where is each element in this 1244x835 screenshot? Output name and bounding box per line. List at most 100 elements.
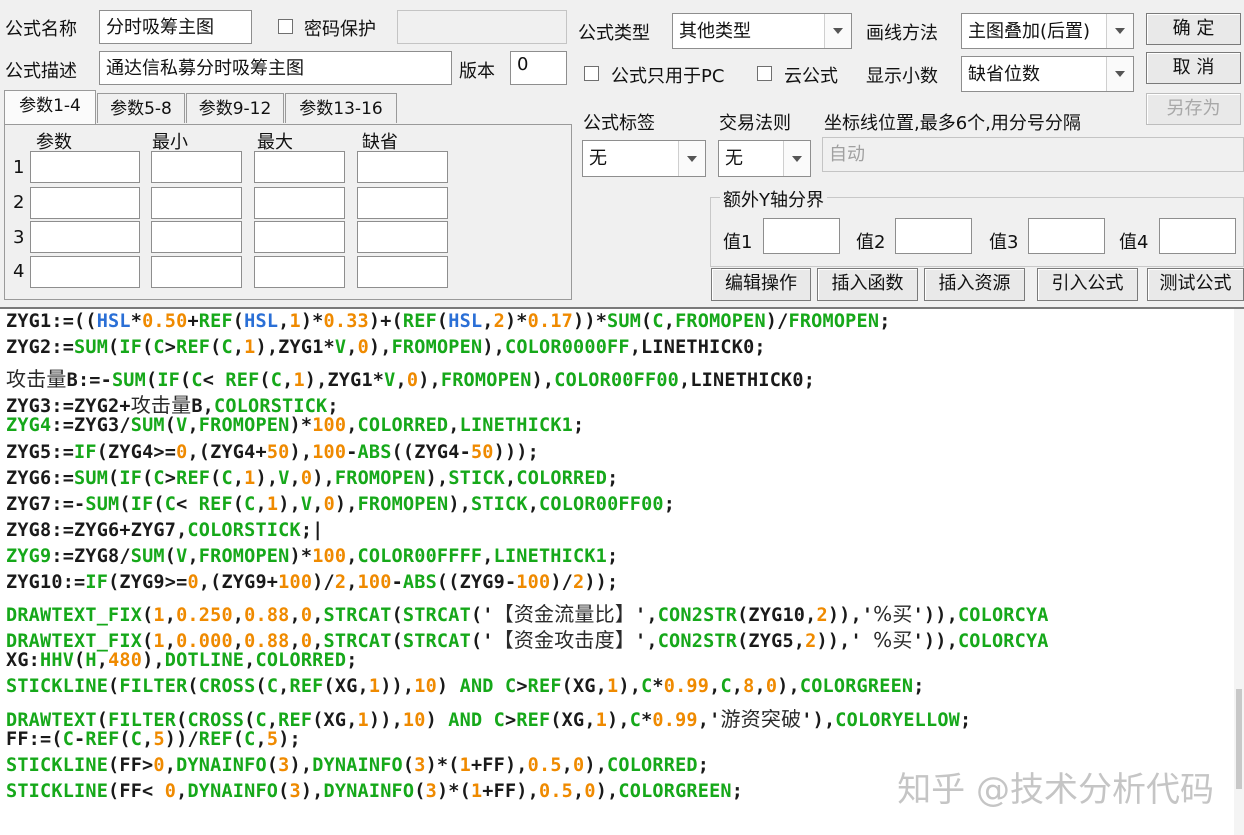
y-value1-input[interactable] (763, 218, 840, 254)
formula-desc-input[interactable]: 通达信私募分时吸筹主图 (99, 51, 452, 85)
code-line[interactable]: ZYG1:=((HSL*0.50+REF(HSL,1)*0.33)+(REF(H… (6, 311, 891, 332)
code-token: V (300, 493, 313, 515)
code-line[interactable]: STICKLINE(FILTER(CROSS(C,REF(XG,1)),10) … (6, 676, 925, 697)
code-token: C (255, 709, 267, 731)
code-token: 100 (312, 545, 347, 567)
tab-params-9-12[interactable]: 参数9-12 (186, 93, 284, 123)
code-token: , (448, 415, 460, 437)
code-token: , (709, 676, 721, 698)
param4-max[interactable] (254, 256, 345, 288)
trade-rule-select[interactable]: 无 (718, 140, 811, 177)
code-line[interactable]: ZYG3:=ZYG2+攻击量B,COLORSTICK; (6, 389, 339, 418)
code-line[interactable]: ZYG5:=IF(ZYG4>=0,(ZYG4+50),100-ABS((ZYG4… (6, 442, 539, 463)
code-line[interactable]: ZYG4:=ZYG3/SUM(V,FROMOPEN)*100,COLORRED,… (6, 415, 584, 436)
code-token: ( (164, 545, 177, 567)
param1-default[interactable] (357, 151, 448, 183)
code-token: 0 (164, 780, 177, 802)
code-line[interactable]: DRAWTEXT_FIX(1,0.000,0.88,0,STRCAT(STRCA… (6, 624, 1049, 653)
param1-min[interactable] (151, 151, 242, 183)
chevron-down-icon[interactable] (783, 141, 810, 176)
code-token: FROMOPEN (440, 370, 532, 392)
y-value2-input[interactable] (895, 218, 972, 254)
y-value3-input[interactable] (1028, 218, 1105, 254)
param2-max[interactable] (254, 187, 345, 219)
param1-name[interactable] (30, 151, 140, 183)
chevron-down-icon[interactable] (678, 141, 705, 176)
code-line[interactable]: STICKLINE(FF< 0,DYNAINFO(3),DYNAINFO(3)*… (6, 781, 743, 802)
password-input[interactable] (397, 10, 567, 44)
param2-name[interactable] (30, 187, 140, 219)
cloud-checkbox[interactable] (757, 66, 772, 81)
ok-button[interactable]: 确 定 (1146, 13, 1241, 45)
save-as-button[interactable]: 另存为 (1146, 93, 1241, 125)
code-token: XG: (6, 650, 41, 672)
code-token: REF (198, 493, 233, 515)
param2-min[interactable] (151, 187, 242, 219)
pc-only-label: 公式只用于PC (611, 66, 725, 87)
tab-params-5-8[interactable]: 参数5-8 (97, 93, 185, 123)
axis-position-input[interactable]: 自动 (822, 137, 1244, 172)
edit-operation-button[interactable]: 编辑操作 (711, 268, 811, 301)
version-input[interactable]: 0 (510, 51, 567, 85)
param3-name[interactable] (30, 221, 140, 253)
param2-default[interactable] (357, 187, 448, 219)
code-token: 【资金攻击度】 (493, 628, 636, 653)
formula-name-input[interactable]: 分时吸筹主图 (99, 10, 252, 44)
param3-min[interactable] (151, 221, 242, 253)
code-line[interactable]: XG:HHV(H,480),DOTLINE,COLORRED; (6, 650, 358, 671)
code-token: COLORGREEN (799, 676, 914, 698)
code-line[interactable]: 攻击量B:=-SUM(IF(C< REF(C,1),ZYG1*V,0),FROM… (6, 363, 815, 392)
import-formula-button[interactable]: 引入公式 (1037, 268, 1138, 301)
param1-max[interactable] (254, 151, 345, 183)
chevron-down-icon[interactable] (824, 14, 851, 48)
draw-method-select[interactable]: 主图叠加(后置) (961, 13, 1134, 49)
code-line[interactable]: ZYG8:=ZYG6+ZYG7,COLORSTICK;| (6, 520, 324, 541)
cancel-button[interactable]: 取 消 (1146, 52, 1241, 84)
code-editor[interactable]: ZYG1:=((HSL*0.50+REF(HSL,1)*0.33)+(REF(H… (0, 307, 1244, 835)
code-token: ( (391, 605, 403, 627)
code-line[interactable]: ZYG9:=ZYG8/SUM(V,FROMOPEN)*100,COLOR00FF… (6, 546, 618, 567)
tab-params-13-16[interactable]: 参数13-16 (285, 93, 397, 123)
param4-min[interactable] (151, 256, 242, 288)
code-line[interactable]: DRAWTEXT_FIX(1,0.250,0.88,0,STRCAT(STRCA… (6, 598, 1049, 627)
code-token: ), (777, 676, 800, 698)
code-token: STRCAT (323, 631, 392, 653)
code-line[interactable]: FF:=(C-REF(C,5))/REF(C,5); (6, 729, 301, 750)
code-token: 3 (425, 780, 437, 802)
code-token: ( (142, 337, 154, 359)
code-line[interactable]: STICKLINE(FF>0,DYNAINFO(3),DYNAINFO(3)*(… (6, 755, 709, 776)
param3-max[interactable] (254, 221, 345, 253)
insert-resource-button[interactable]: 插入资源 (924, 268, 1025, 301)
code-line[interactable]: DRAWTEXT(FILTER(CROSS(C,REF(XG,1)),10) A… (6, 703, 971, 732)
code-token: C (221, 337, 233, 359)
formula-tag-select[interactable]: 无 (582, 140, 706, 177)
param4-default[interactable] (357, 256, 448, 288)
param3-default[interactable] (357, 221, 448, 253)
scrollbar-thumb[interactable] (1236, 689, 1242, 789)
code-token: DYNAINFO (323, 780, 415, 802)
insert-function-button[interactable]: 插入函数 (817, 268, 918, 301)
editor-scrollbar[interactable] (1234, 309, 1244, 835)
code-token: 0 (300, 631, 313, 653)
password-checkbox[interactable] (278, 19, 293, 34)
decimals-select[interactable]: 缺省位数 (961, 56, 1134, 92)
code-line[interactable]: ZYG6:=SUM(IF(C>REF(C,1),V,0),FROMOPEN),S… (6, 468, 618, 489)
code-line[interactable]: ZYG10:=IF(ZYG9>=0,(ZYG9+100)/2,100-ABS((… (6, 572, 618, 593)
decimals-value: 缺省位数 (968, 64, 1040, 85)
code-token: ( (402, 754, 415, 776)
chevron-down-icon[interactable] (1106, 14, 1133, 48)
formula-type-select[interactable]: 其他类型 (672, 13, 852, 49)
test-formula-button[interactable]: 测试公式 (1147, 268, 1244, 301)
code-token: REF (176, 337, 211, 359)
code-token: ( (278, 780, 290, 802)
code-token: 0 (300, 467, 313, 489)
y-value4-input[interactable] (1159, 218, 1236, 254)
code-line[interactable]: ZYG2:=SUM(IF(C>REF(C,1),ZYG1*V,0),FROMOP… (6, 337, 766, 358)
tab-params-1-4[interactable]: 参数1-4 (4, 90, 96, 125)
code-line[interactable]: ZYG7:=-SUM(IF(C< REF(C,1),V,0),FROMOPEN)… (6, 494, 675, 515)
pc-only-checkbox[interactable] (584, 66, 599, 81)
code-token: ), (418, 370, 441, 392)
code-token: ),ZYG1* (304, 370, 385, 392)
chevron-down-icon[interactable] (1106, 57, 1133, 91)
param4-name[interactable] (30, 256, 140, 288)
